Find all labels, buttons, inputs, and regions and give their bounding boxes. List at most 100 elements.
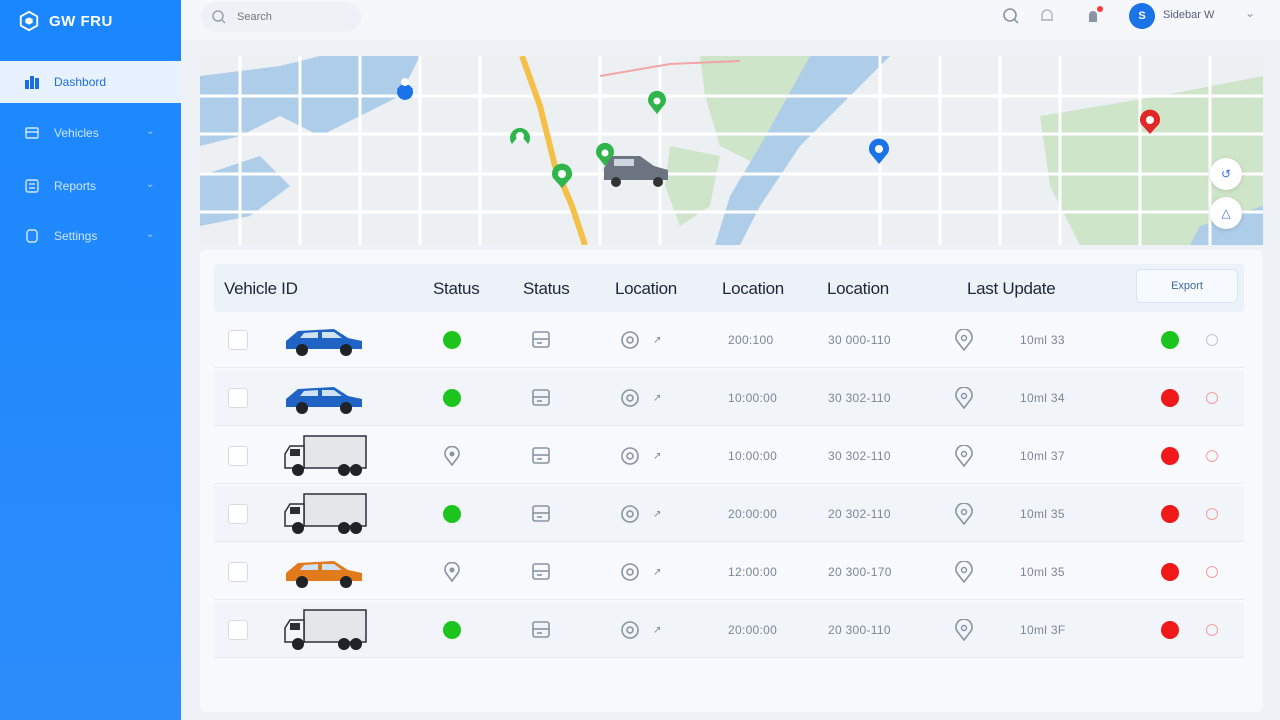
- vehicle-thumbnail: [282, 370, 366, 426]
- chevron-down-icon: ⌄: [146, 179, 155, 190]
- signal-icon: ↗: [653, 508, 662, 520]
- messages-button[interactable]: [1083, 6, 1103, 26]
- time-value: 10:00:00: [728, 449, 778, 463]
- col-header-status[interactable]: Status: [433, 279, 480, 299]
- row-radio[interactable]: [1206, 334, 1218, 346]
- col-header-location[interactable]: Location: [615, 279, 677, 299]
- row-checkbox[interactable]: [228, 388, 248, 408]
- search-icon: [212, 10, 226, 24]
- table-row[interactable]: ↗ 10:00:00 30 302-110 10ml 34: [214, 370, 1244, 426]
- table-row[interactable]: ↗ 20:00:00 20 300-110 10ml 3F: [214, 602, 1244, 658]
- search-button[interactable]: [1001, 6, 1021, 26]
- vehicle-thumbnail: [282, 602, 368, 658]
- table-row[interactable]: ↗ 20:00:00 20 302-110 10ml 35: [214, 486, 1244, 542]
- avatar[interactable]: S: [1129, 3, 1155, 29]
- vehicle-type-icon: [532, 389, 550, 406]
- col-header-vehicle-id[interactable]: Vehicle ID: [224, 279, 298, 299]
- status-online-dot: [443, 621, 461, 639]
- sidebar-item-reports[interactable]: Reports ⌄: [0, 165, 181, 207]
- sidebar: GW FRU Dashbord Vehicles ⌄ Reports ⌄ Set…: [0, 0, 181, 720]
- location-pin-icon[interactable]: [954, 619, 974, 641]
- gps-icon: [621, 563, 639, 581]
- sidebar-item-dashboard[interactable]: Dashbord: [0, 61, 181, 103]
- row-checkbox[interactable]: [228, 620, 248, 640]
- vehicle-type-icon: [532, 331, 550, 348]
- row-checkbox[interactable]: [228, 562, 248, 582]
- sidebar-item-label: Reports: [54, 179, 97, 193]
- gps-icon: [621, 331, 639, 349]
- row-checkbox[interactable]: [228, 330, 248, 350]
- search-input[interactable]: [237, 11, 347, 23]
- vehicle-thumbnail: [282, 544, 366, 600]
- time-value: 10:00:00: [728, 391, 778, 405]
- search-box[interactable]: [201, 2, 361, 32]
- coordinate-value: 20 302-110: [828, 507, 891, 521]
- vehicle-type-icon: [532, 447, 550, 464]
- state-indicator-dot: [1161, 389, 1179, 407]
- last-update-value: 10ml 34: [1020, 391, 1065, 405]
- signal-icon: ↗: [653, 624, 662, 636]
- col-header-last-update[interactable]: Last Update: [967, 279, 1056, 299]
- table-header: Vehicle ID Status Status Location Locati…: [214, 264, 1244, 312]
- vehicle-type-icon: [532, 563, 550, 580]
- coordinate-value: 30 302-110: [828, 449, 891, 463]
- bell-icon: [1041, 9, 1053, 21]
- brand-logo-icon: [19, 10, 39, 32]
- col-header-location-2[interactable]: Location: [722, 279, 784, 299]
- status-online-dot: [443, 505, 461, 523]
- col-header-location-3[interactable]: Location: [827, 279, 889, 299]
- state-indicator-dot: [1161, 447, 1179, 465]
- gps-icon: [621, 447, 639, 465]
- row-checkbox[interactable]: [228, 504, 248, 524]
- time-value: 20:00:00: [728, 623, 778, 637]
- export-button[interactable]: Export: [1136, 269, 1238, 303]
- sidebar-item-label: Settings: [54, 229, 98, 243]
- col-header-status-2[interactable]: Status: [523, 279, 570, 299]
- vehicle-type-icon: [532, 621, 550, 638]
- vehicle-thumbnail: [282, 486, 368, 542]
- location-pin-icon[interactable]: [954, 329, 974, 351]
- chevron-down-icon: ⌄: [146, 229, 155, 240]
- brand[interactable]: GW FRU: [18, 8, 113, 34]
- vehicle-table-panel: Vehicle ID Status Status Location Locati…: [200, 250, 1263, 712]
- reports-icon: [25, 179, 39, 193]
- row-radio[interactable]: [1206, 450, 1218, 462]
- sidebar-item-label: Dashbord: [54, 75, 107, 89]
- location-pin-icon[interactable]: [954, 445, 974, 467]
- map-locate-button[interactable]: ↺: [1210, 158, 1242, 190]
- location-pin-icon[interactable]: [954, 387, 974, 409]
- status-online-dot: [443, 389, 461, 407]
- gps-icon: [621, 505, 639, 523]
- table-row[interactable]: ↗ 12:00:00 20 300-170 10ml 35: [214, 544, 1244, 600]
- signal-icon: ↗: [653, 392, 662, 404]
- last-update-value: 10ml 35: [1020, 565, 1065, 579]
- signal-icon: ↗: [653, 450, 662, 462]
- row-checkbox[interactable]: [228, 446, 248, 466]
- sidebar-item-vehicles[interactable]: Vehicles ⌄: [0, 112, 181, 154]
- signal-icon: ↗: [653, 566, 662, 578]
- location-pin-icon[interactable]: [954, 503, 974, 525]
- state-indicator-dot: [1161, 505, 1179, 523]
- row-radio[interactable]: [1206, 624, 1218, 636]
- top-bar: S Sidebar W ⌄: [181, 0, 1280, 40]
- row-radio[interactable]: [1206, 566, 1218, 578]
- coordinate-value: 30 302-110: [828, 391, 891, 405]
- notifications-button[interactable]: [1037, 6, 1057, 26]
- state-indicator-dot: [1161, 621, 1179, 639]
- signal-icon: ↗: [653, 334, 662, 346]
- map-view[interactable]: ↺ △: [200, 56, 1263, 245]
- table-row[interactable]: ↗ 200:100 30 000-110 10ml 33: [214, 312, 1244, 368]
- location-pin-icon: [444, 562, 460, 582]
- chevron-down-icon[interactable]: ⌄: [1245, 6, 1255, 20]
- locate-icon: ↺: [1220, 167, 1232, 181]
- notification-dot: [1097, 6, 1103, 12]
- sidebar-item-settings[interactable]: Settings ⌄: [0, 215, 181, 257]
- location-pin-icon[interactable]: [954, 561, 974, 583]
- user-name[interactable]: Sidebar W: [1163, 9, 1214, 21]
- map-layers-button[interactable]: △: [1210, 197, 1242, 229]
- dashboard-icon: [25, 76, 39, 89]
- search-icon: [1003, 8, 1019, 24]
- row-radio[interactable]: [1206, 392, 1218, 404]
- row-radio[interactable]: [1206, 508, 1218, 520]
- table-row[interactable]: ↗ 10:00:00 30 302-110 10ml 37: [214, 428, 1244, 484]
